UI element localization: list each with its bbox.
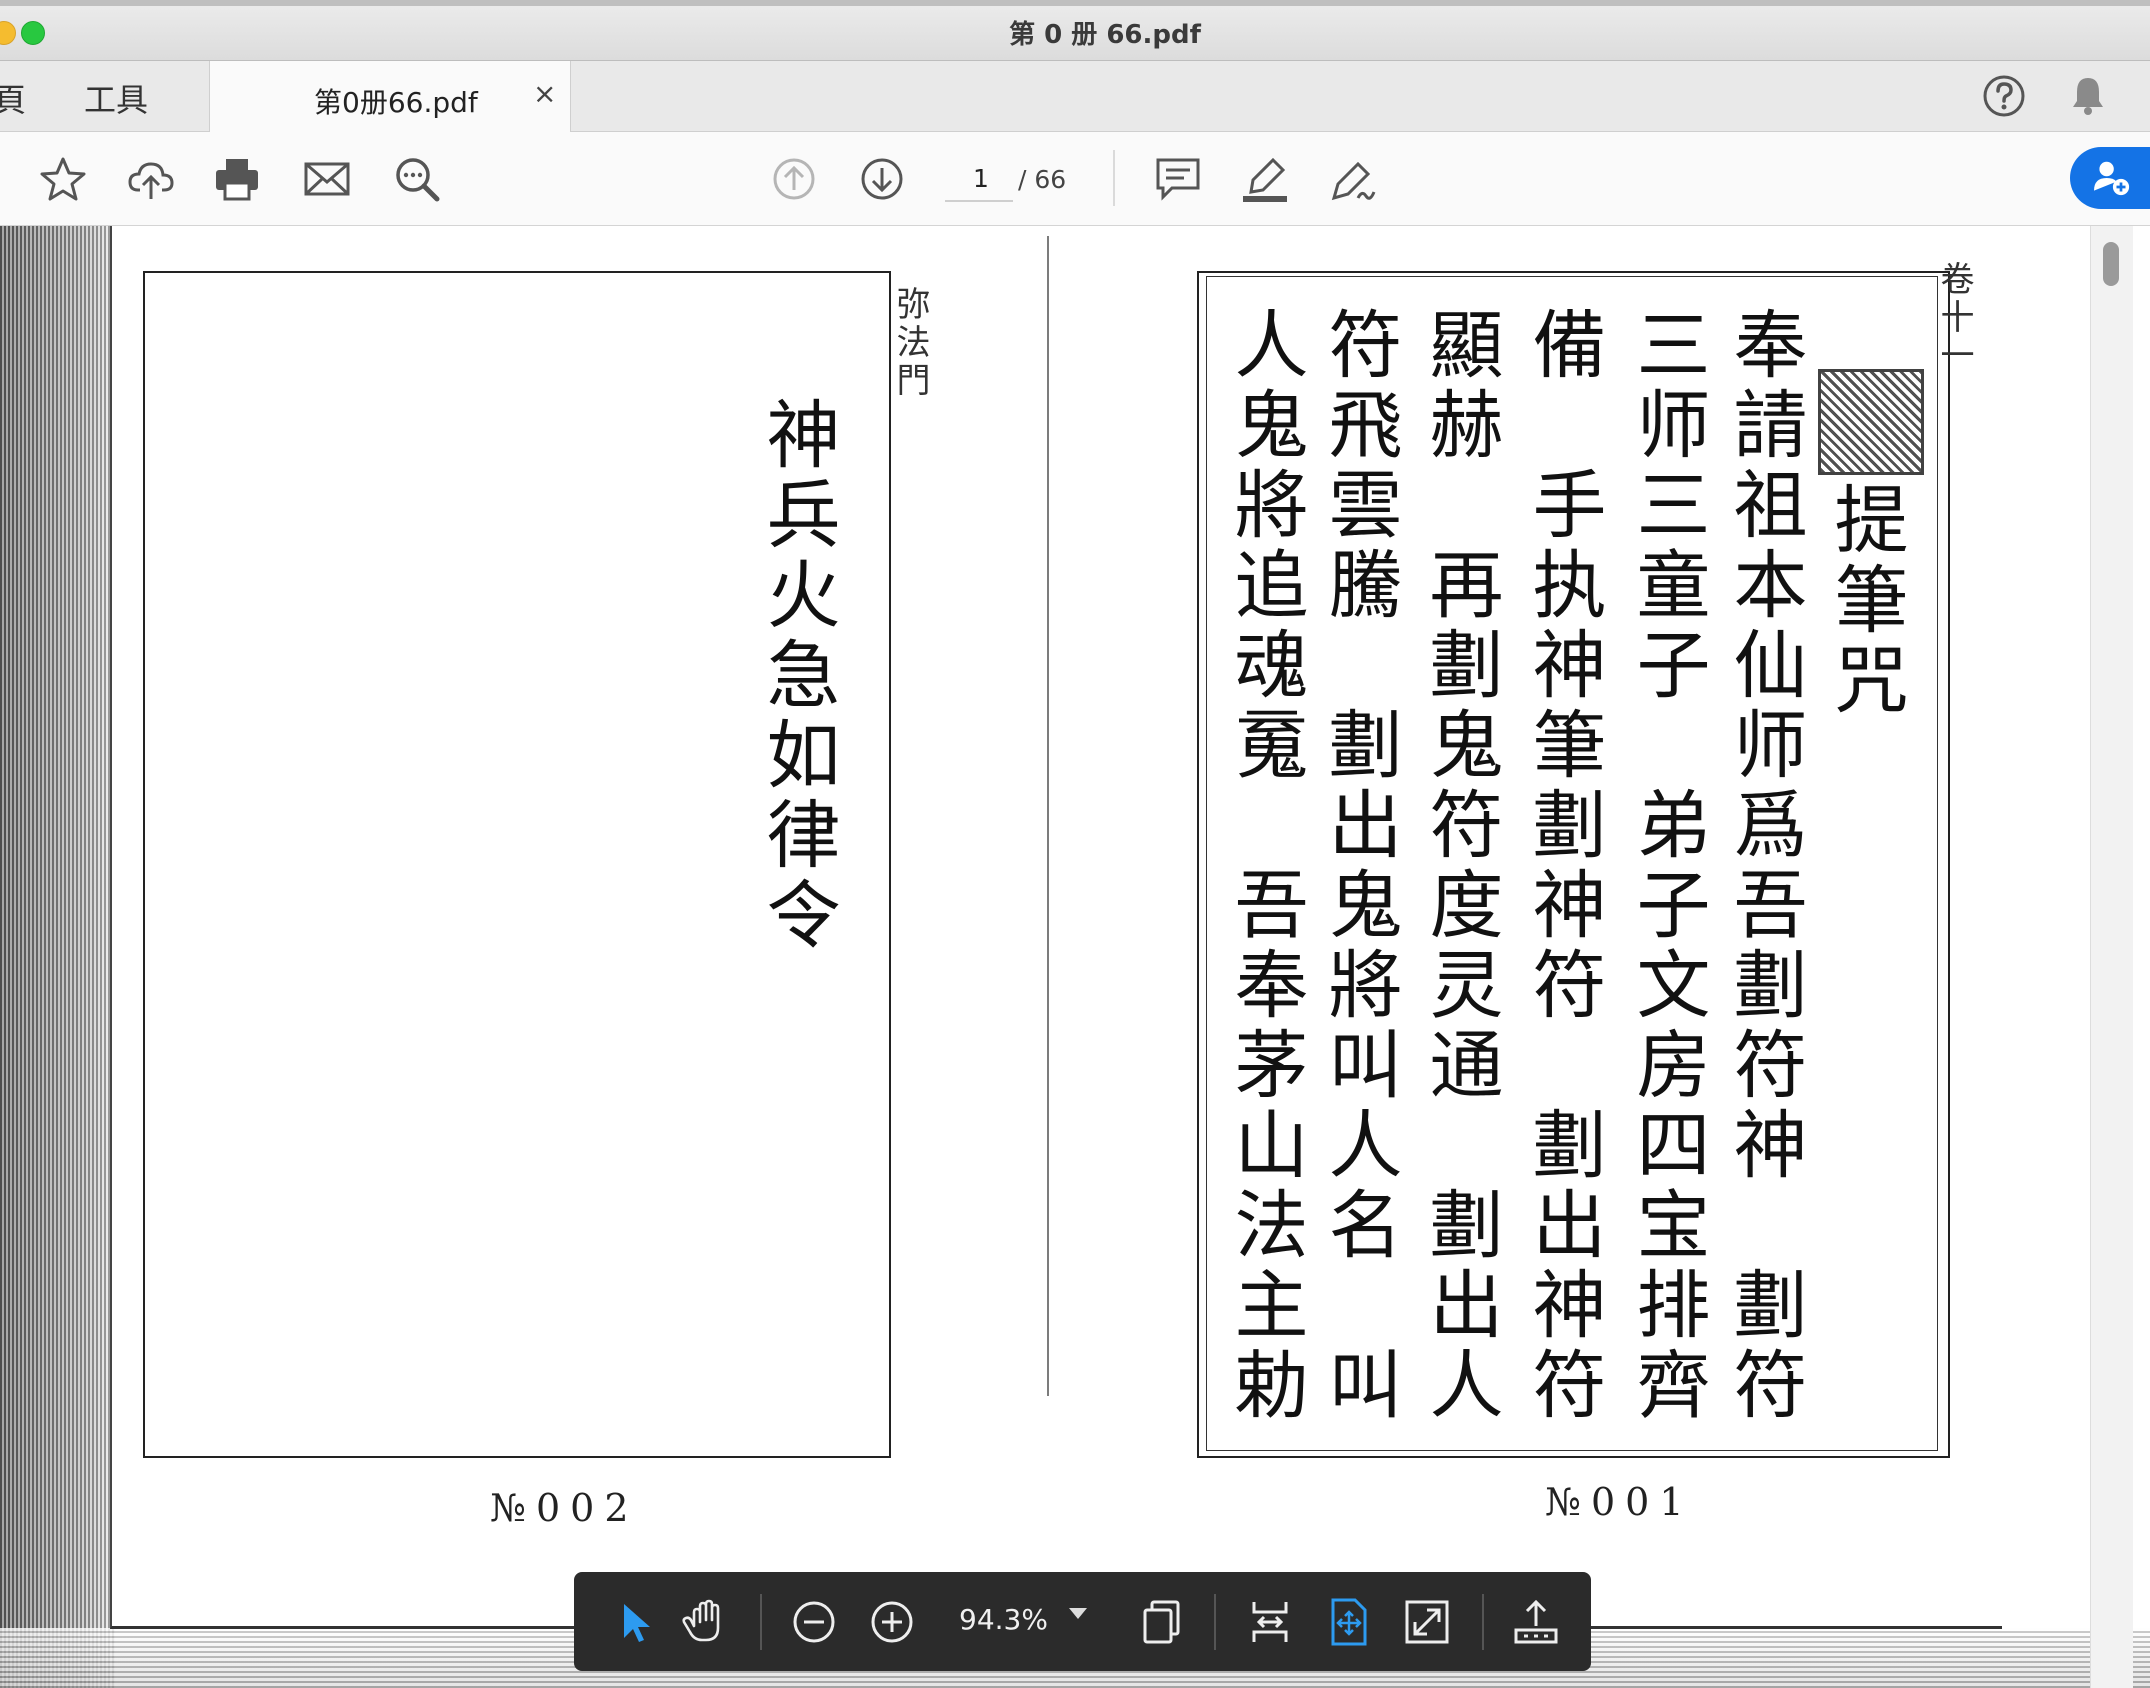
red-seal-stamp [1818,369,1924,475]
left-page-number: №002 [490,1486,639,1530]
page-down-icon[interactable] [857,154,907,204]
zoom-level-dropdown[interactable]: 94.3% [959,1603,1048,1636]
right-page-column-4: 備 手执神筆劃神符 劃出神符 [1520,306,1606,1426]
close-tab-icon[interactable]: × [533,77,556,110]
background-browser-tabs [0,0,2150,6]
toolbar-divider [760,1594,762,1650]
document-viewer[interactable]: 神兵火急如律令 弥法門 №002 提筆咒 奉請祖本仙师爲吾劃符神 劃符 三师三童… [0,226,2150,1688]
main-toolbar: / 66 [0,132,2150,226]
title-bar: 第 0 册 66.pdf [0,0,2150,61]
full-screen-icon[interactable] [1401,1596,1453,1648]
add-user-button[interactable] [2070,147,2150,209]
upload-cloud-icon[interactable] [126,154,176,204]
nav-tools-tab[interactable]: 工具 [84,75,148,121]
page-total: / 66 [1018,165,1067,194]
help-icon[interactable] [1980,72,2028,120]
right-page-column-6: 符飛雲騰 劃出鬼將叫人名 叫 [1316,306,1402,1426]
right-page-column-7: 人鬼將追魂䰟 吾奉茅山法主勅 [1222,306,1308,1426]
left-page-edge-text: 弥法門 [890,286,930,400]
scan-shadow-left [0,226,115,1688]
bell-icon[interactable] [2064,72,2112,120]
toolbar-divider [1113,150,1115,206]
comment-icon[interactable] [1153,154,1203,204]
document-tab[interactable]: 第0册66.pdf × [209,61,571,132]
right-page-number: №001 [1545,1480,1694,1524]
page-number-field[interactable] [945,154,1017,202]
floating-view-toolbar: 94.3% [574,1572,1591,1671]
left-page-column: 神兵火急如律令 [754,396,840,956]
toolbar-divider [1482,1594,1484,1650]
chevron-down-icon[interactable] [1069,1608,1087,1619]
document-tab-label: 第0册66.pdf [314,86,478,119]
page-number-input[interactable] [945,154,1017,202]
zoom-out-icon[interactable] [788,1596,840,1648]
page-spine [1047,236,1049,1396]
add-user-icon [2094,161,2130,196]
page-display-icon[interactable] [1136,1596,1188,1648]
vertical-scrollbar[interactable] [2090,226,2133,1688]
scrollbar-thumb[interactable] [2103,242,2119,286]
sign-pen-icon[interactable] [1328,154,1378,204]
fit-page-icon[interactable] [1323,1596,1375,1648]
star-icon[interactable] [38,154,88,204]
right-page-column-2: 奉請祖本仙师爲吾劃符神 劃符 [1721,306,1807,1426]
print-icon[interactable] [212,154,262,204]
email-icon[interactable] [302,154,352,204]
right-page-column-1: 提筆咒 [1822,481,1908,721]
search-zoom-icon[interactable] [392,154,442,204]
toolbar-divider [1214,1594,1216,1650]
tab-bar: 頁 工具 第0册66.pdf × [0,61,2150,132]
window-title: 第 0 册 66.pdf [1009,20,1201,50]
nav-home-tab[interactable]: 頁 [0,75,26,121]
right-page-edge-text: 卷十一 [1934,261,1974,375]
right-page-column-5: 顯赫 再劃鬼符度灵通 劃出人 [1417,306,1503,1426]
zoom-in-icon[interactable] [866,1596,918,1648]
highlight-pen-icon[interactable] [1240,154,1290,204]
export-icon[interactable] [1510,1596,1562,1648]
hand-icon[interactable] [680,1596,732,1648]
right-page-column-3: 三师三童子 弟子文房四宝排齊 [1624,306,1710,1426]
select-arrow-icon[interactable] [608,1596,660,1648]
page-up-icon[interactable] [769,154,819,204]
fit-width-icon[interactable] [1244,1596,1296,1648]
